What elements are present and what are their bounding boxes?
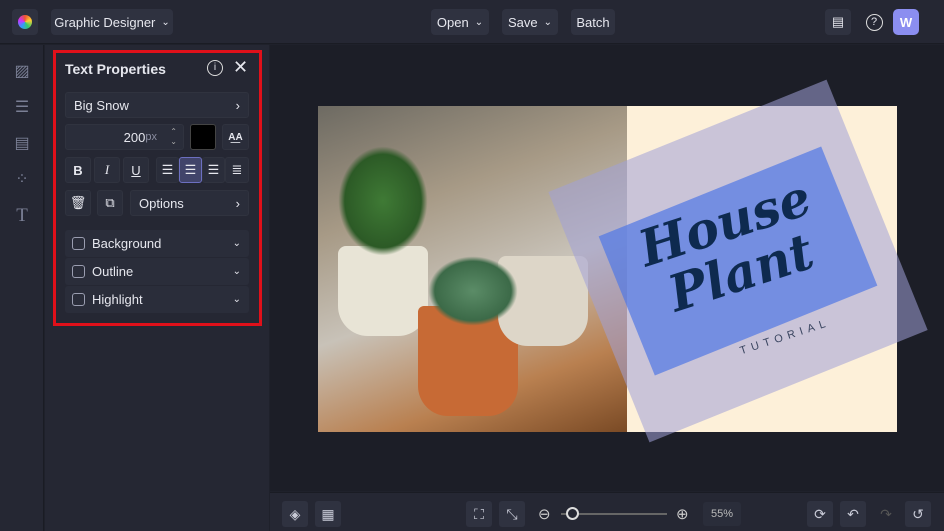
zoom-level[interactable]: 55% — [703, 502, 741, 526]
open-label: Open — [436, 14, 469, 30]
highlight-frame — [53, 50, 262, 326]
zoom-out-icon[interactable]: ⊖ — [538, 505, 551, 523]
logo-icon — [18, 15, 32, 29]
save-label: Save — [507, 14, 538, 30]
grid-button[interactable]: ▦ — [315, 501, 341, 527]
layout-icon[interactable]: ▤ — [12, 133, 32, 153]
reset-button[interactable]: ⟳ — [807, 501, 833, 527]
shapes-icon[interactable]: ⁘ — [12, 169, 32, 189]
canvas-area: House Plant TUTORIAL — [270, 45, 944, 491]
undo-button[interactable]: ↶ — [840, 501, 866, 527]
batch-label: Batch — [576, 14, 610, 30]
zoom-slider-handle[interactable] — [566, 507, 579, 520]
grid-icon: ▦ — [321, 505, 335, 522]
text-icon[interactable]: T — [12, 205, 32, 226]
fit-button[interactable]: ⛶ — [466, 501, 492, 527]
layers-button[interactable]: ◈ — [282, 501, 308, 527]
chevron-down-icon: ⌄ — [474, 16, 484, 28]
mode-dropdown[interactable]: Graphic Designer ⌄ — [51, 9, 173, 35]
zoom-in-icon[interactable]: ⊕ — [676, 505, 689, 523]
save-button[interactable]: Save ⌄ — [502, 9, 558, 35]
mode-label: Graphic Designer — [54, 14, 156, 30]
logo[interactable] — [12, 9, 38, 35]
undo-icon: ↶ — [847, 505, 859, 522]
comments-button[interactable]: ▤ — [825, 9, 851, 35]
redo-icon: ↷ — [880, 505, 892, 522]
tool-rail: ▨ ☰ ▤ ⁘ T — [0, 45, 44, 531]
adjustments-icon[interactable]: ☰ — [12, 97, 32, 117]
history-button[interactable]: ↺ — [905, 501, 931, 527]
avatar[interactable]: W — [893, 9, 919, 35]
fullscreen-icon: ⛶ — [474, 505, 484, 522]
help-icon: ? — [865, 13, 883, 31]
open-button[interactable]: Open ⌄ — [431, 9, 489, 35]
avatar-initial: W — [899, 14, 913, 30]
bottom-toolbar: ◈ ▦ ⛶ ⤡ ⊖ ⊕ 55% ⟳ ↶ ↷ ↺ — [270, 492, 944, 531]
redo-button[interactable]: ↷ — [873, 501, 899, 527]
chat-icon: ▤ — [831, 14, 845, 29]
shrink-button[interactable]: ⤡ — [499, 501, 525, 527]
design-canvas[interactable]: House Plant TUTORIAL — [318, 79, 928, 443]
history-icon: ↺ — [912, 505, 924, 522]
top-bar: Graphic Designer ⌄ Open ⌄ Save ⌄ Batch ▤ ? … — [0, 0, 944, 44]
zoom-slider[interactable] — [561, 507, 667, 520]
chevron-down-icon: ⌄ — [543, 16, 553, 28]
image-icon[interactable]: ▨ — [12, 61, 32, 81]
batch-button[interactable]: Batch — [571, 9, 615, 35]
refresh-icon: ⟳ — [814, 505, 826, 522]
help-button[interactable]: ? — [861, 9, 887, 35]
collapse-icon: ⤡ — [506, 505, 518, 522]
layers-icon: ◈ — [289, 505, 301, 522]
chevron-down-icon: ⌄ — [161, 16, 170, 28]
